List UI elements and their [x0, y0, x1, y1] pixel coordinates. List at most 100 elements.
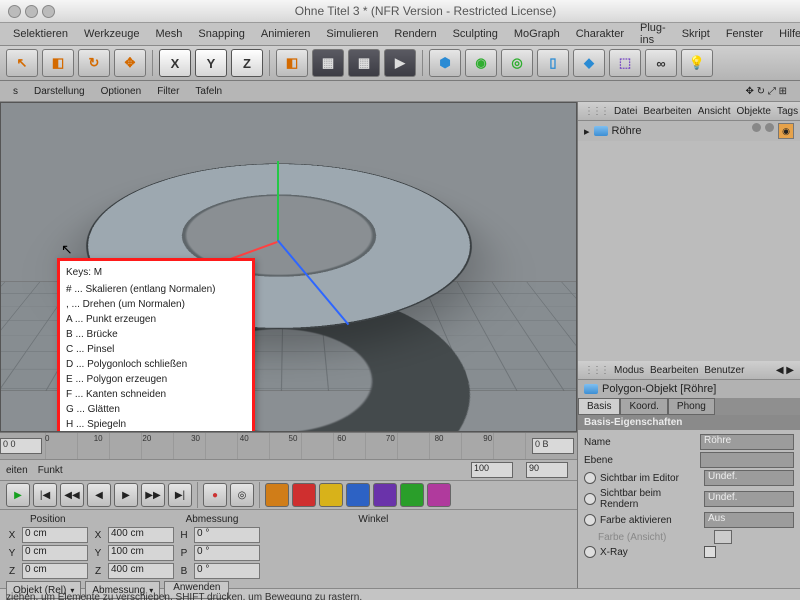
menu-item[interactable]: MoGraph [507, 26, 567, 42]
tab-koord[interactable]: Koord. [620, 398, 667, 415]
key-param-icon[interactable] [373, 483, 397, 507]
pos-y-field[interactable]: 0 cm [22, 545, 88, 561]
key-pos-icon[interactable] [265, 483, 289, 507]
attr-name-field[interactable]: Röhre [700, 434, 794, 450]
dim-y-field[interactable]: 100 cm [108, 545, 174, 561]
object-name[interactable]: Röhre [612, 125, 642, 137]
menu-item[interactable]: Fenster [719, 26, 770, 42]
autokey-button[interactable]: ◎ [230, 483, 254, 507]
timeline-cur-field[interactable]: 100 [471, 462, 513, 478]
popup-item[interactable]: D ... Polygonloch schließen [66, 357, 246, 372]
side-tab[interactable]: Funkt [38, 465, 63, 476]
editor-vis-dot-icon[interactable] [752, 123, 761, 132]
om-menu-item[interactable]: Ansicht [698, 106, 731, 117]
radio-icon[interactable] [584, 493, 596, 505]
submenu-item[interactable]: Filter [150, 85, 186, 98]
key-anim-icon[interactable] [400, 483, 424, 507]
viewport-nav-icon[interactable]: ✥ ↻ ⤢ ⊞ [739, 85, 794, 98]
next-key-button[interactable]: ▶▶ [141, 483, 165, 507]
timeline-end-field[interactable]: 0 B [532, 438, 574, 454]
om-menu-item[interactable]: Tags [777, 106, 798, 117]
radio-icon[interactable] [584, 546, 596, 558]
disclosure-icon[interactable]: ▸ [584, 125, 590, 138]
om-menu-item[interactable]: Bearbeiten [643, 106, 691, 117]
pos-z-field[interactable]: 0 cm [22, 563, 88, 579]
menu-item[interactable]: Charakter [569, 26, 631, 42]
menu-item[interactable]: Skript [675, 26, 717, 42]
rect-select-icon[interactable]: ◧ [42, 49, 74, 77]
popup-item[interactable]: F ... Kanten schneiden [66, 387, 246, 402]
primitive-sphere2-icon[interactable]: ◎ [501, 49, 533, 77]
om-menu-item[interactable]: Objekte [737, 106, 771, 117]
attr-menu-item[interactable]: Benutzer [704, 365, 744, 376]
move-tool-icon[interactable]: ✥ [114, 49, 146, 77]
radio-icon[interactable] [584, 514, 596, 526]
grip-icon[interactable]: ⋮⋮⋮ [584, 106, 608, 117]
menu-item[interactable]: Plug-ins [633, 20, 673, 48]
to-start-button[interactable]: |◀ [33, 483, 57, 507]
primitive-cone-icon[interactable]: ◆ [573, 49, 605, 77]
key-scale-icon[interactable] [319, 483, 343, 507]
tab-phong[interactable]: Phong [668, 398, 715, 415]
om-menu-item[interactable]: Datei [614, 106, 637, 117]
key-rot-icon[interactable] [292, 483, 316, 507]
object-row[interactable]: ▸ Röhre ◉ [578, 121, 800, 141]
timeline[interactable]: 0 0 0 10 20 30 40 50 60 70 80 90 0 B [0, 432, 577, 459]
attr-nav-icon[interactable]: ◀ ▶ [776, 365, 794, 376]
traffic-close-icon[interactable] [8, 5, 21, 18]
attr-menu-item[interactable]: Bearbeiten [650, 365, 698, 376]
submenu-item[interactable]: Tafeln [188, 85, 229, 98]
timeline-max-field[interactable]: 90 [526, 462, 568, 478]
popup-item[interactable]: # ... Skalieren (entlang Normalen) [66, 282, 246, 297]
light-icon[interactable]: 💡 [681, 49, 713, 77]
cube-icon[interactable]: ◧ [276, 49, 308, 77]
key-misc-icon[interactable] [427, 483, 451, 507]
primitive-cube-icon[interactable]: ⬢ [429, 49, 461, 77]
render-vis-dot-icon[interactable] [765, 123, 774, 132]
side-tab[interactable]: eiten [6, 465, 28, 476]
color-swatch[interactable] [714, 530, 732, 544]
menu-item[interactable]: Hilfe [772, 26, 800, 42]
prev-frame-button[interactable]: ◀ [87, 483, 111, 507]
dim-z-field[interactable]: 400 cm [108, 563, 174, 579]
perspective-viewport[interactable]: ↖ Keys: M # ... Skalieren (entlang Norma… [0, 102, 577, 432]
pos-x-field[interactable]: 0 cm [22, 527, 88, 543]
clapboard2-icon[interactable]: ▦ [348, 49, 380, 77]
ang-h-field[interactable]: 0 ° [194, 527, 260, 543]
attr-coloract-dropdown[interactable]: Aus [704, 512, 794, 528]
attr-visrender-dropdown[interactable]: Undef. [704, 491, 794, 507]
clapboard-icon[interactable]: ▦ [312, 49, 344, 77]
record-button[interactable]: ● [203, 483, 227, 507]
menu-item[interactable]: Selektieren [6, 26, 75, 42]
popup-item[interactable]: C ... Pinsel [66, 342, 246, 357]
ang-p-field[interactable]: 0 ° [194, 545, 260, 561]
attr-viseditor-dropdown[interactable]: Undef. [704, 470, 794, 486]
axis-x-toggle[interactable]: X [159, 49, 191, 77]
popup-item[interactable]: H ... Spiegeln [66, 417, 246, 432]
popup-item[interactable]: E ... Polygon erzeugen [66, 372, 246, 387]
select-tool-icon[interactable]: ↖ [6, 49, 38, 77]
menu-item[interactable]: Snapping [191, 26, 252, 42]
menu-item[interactable]: Simulieren [319, 26, 385, 42]
submenu-item[interactable]: Optionen [94, 85, 149, 98]
attr-menu-item[interactable]: Modus [614, 365, 644, 376]
axis-y-icon[interactable] [277, 161, 279, 241]
menu-item[interactable]: Mesh [148, 26, 189, 42]
object-manager[interactable]: ▸ Röhre ◉ [578, 121, 800, 361]
tab-basis[interactable]: Basis [578, 398, 620, 415]
prev-key-button[interactable]: ◀◀ [60, 483, 84, 507]
menu-item[interactable]: Werkzeuge [77, 26, 146, 42]
to-end-button[interactable]: ▶| [168, 483, 192, 507]
submenu-item[interactable]: Darstellung [27, 85, 92, 98]
rotate-tool-icon[interactable]: ↻ [78, 49, 110, 77]
camera-icon[interactable]: ∞ [645, 49, 677, 77]
axis-z-toggle[interactable]: Z [231, 49, 263, 77]
menu-item[interactable]: Animieren [254, 26, 318, 42]
xray-checkbox[interactable] [704, 546, 716, 558]
dim-x-field[interactable]: 400 cm [108, 527, 174, 543]
menu-item[interactable]: Sculpting [446, 26, 505, 42]
film-icon[interactable]: ▶ [384, 49, 416, 77]
radio-icon[interactable] [584, 472, 596, 484]
attr-layer-field[interactable] [700, 452, 794, 468]
popup-item[interactable]: A ... Punkt erzeugen [66, 312, 246, 327]
